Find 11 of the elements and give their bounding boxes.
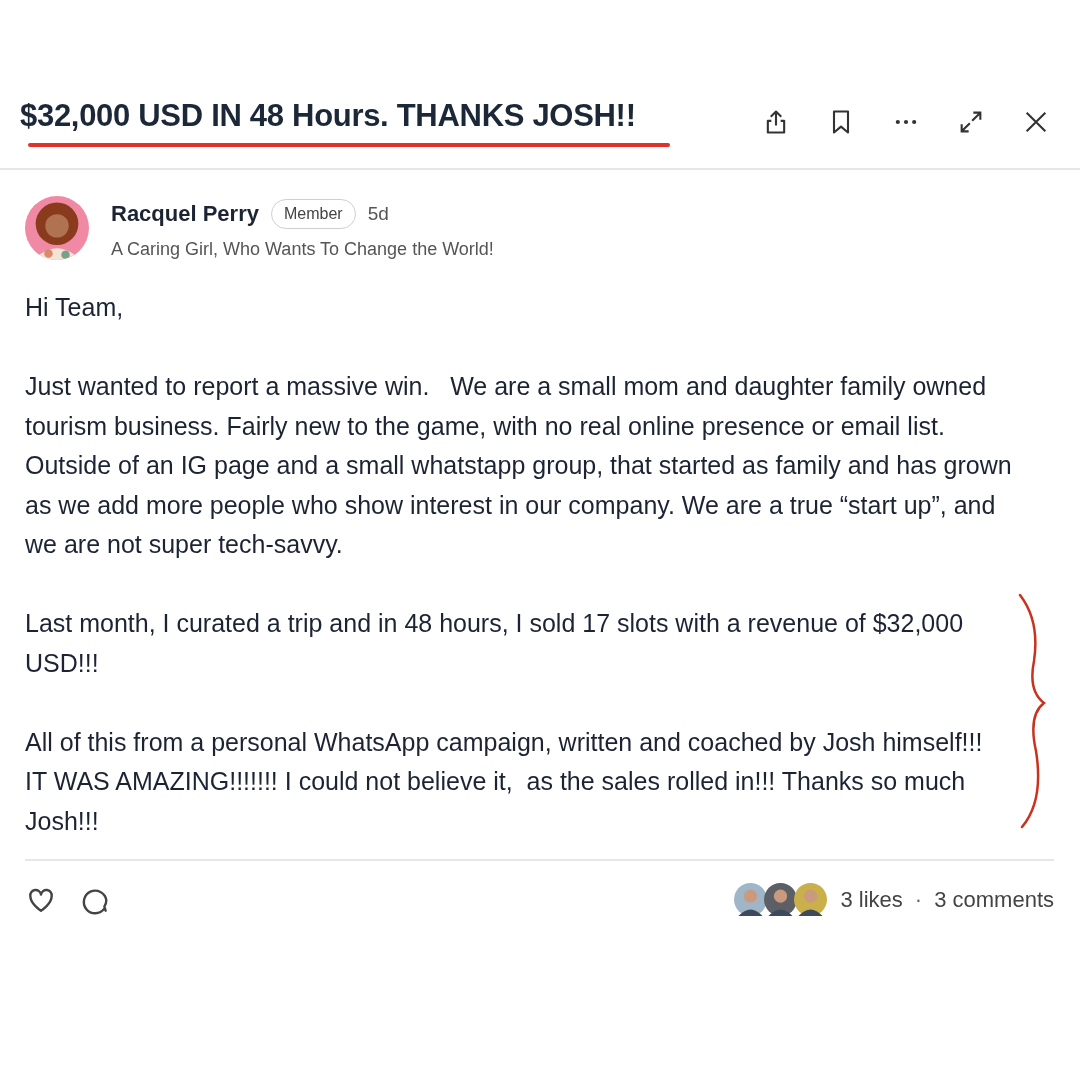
author-tagline: A Caring Girl, Who Wants To Change the World!	[111, 239, 494, 260]
post-paragraph: Last month, I curated a trip and in 48 hours, I sold 17 slots with a revenue of $32,000 USD!!!	[25, 608, 965, 679]
comments-count[interactable]: 3 comments	[934, 886, 1054, 913]
post-time: 5d	[367, 203, 389, 225]
separator-dot: ·	[914, 886, 923, 913]
likes-count[interactable]: 3 likes	[840, 886, 903, 913]
post-paragraph: Just wanted to report a massive win. We are a small mom and daughter family owned tourism business. Fairly new to the game, with no real online presence or email list. Outside of an IG page and a small whatstapp group, that started as family and has grown as we add more people who show interest in our company. We are a true “start up”, and we are not super tech-savvy.	[25, 371, 1013, 560]
author-name[interactable]: Racquel Perry	[111, 201, 259, 227]
post-paragraph: Hi Team,	[25, 292, 125, 323]
post-paragraph: All of this from a personal WhatsApp campaign, written and coached by Josh himself!!! IT WAS AMAZING!!!!!!! I could not believe it, as the sales rolled in!!! Thanks so much Josh!!!	[25, 726, 984, 837]
post-title: $32,000 USD IN 48 Hours. THANKS JOSH!!	[20, 98, 637, 134]
